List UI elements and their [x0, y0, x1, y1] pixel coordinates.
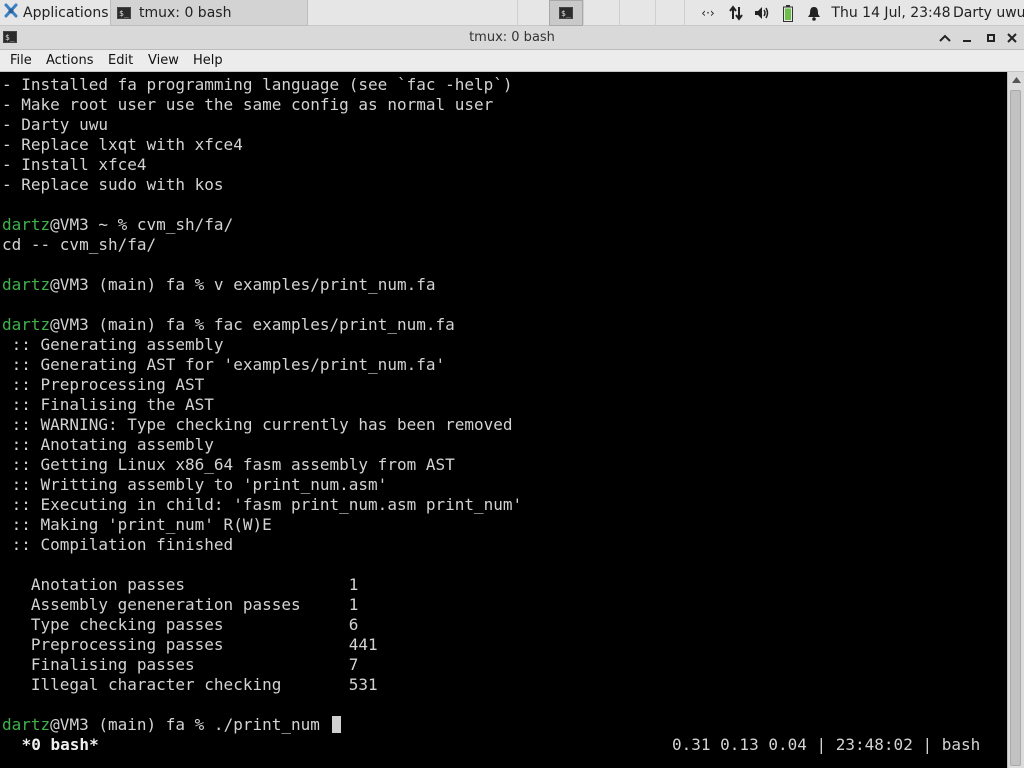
terminal-line: - Installed fa programming language (see… — [2, 75, 513, 94]
maximize-button[interactable] — [982, 29, 1000, 47]
terminal-line: :: Generating assembly — [2, 335, 224, 354]
terminal-line: - Replace lxqt with xfce4 — [2, 135, 243, 154]
taskbar-window-label: tmux: 0 bash — [139, 4, 232, 21]
prompt-user: dartz — [2, 315, 51, 334]
terminal-line: Assembly geneneration passes 1 — [2, 595, 359, 614]
terminal-line-text: @VM3 (main) fa % ./print_num — [50, 715, 330, 734]
terminal-line: :: Getting Linux x86_64 fasm assembly fr… — [2, 455, 455, 474]
prompt-user: dartz — [2, 275, 51, 294]
menu-actions[interactable]: Actions — [46, 50, 94, 72]
terminal-icon: $_ — [117, 6, 131, 19]
terminal-line: :: Anotating assembly — [2, 435, 214, 454]
menu-bar: File Actions Edit View Help — [0, 50, 1024, 72]
up-down-arrows-icon[interactable] — [725, 0, 747, 26]
terminal-line: - Darty uwu — [2, 115, 108, 134]
terminal-line-text: @VM3 (main) fa % v examples/print_num.fa — [50, 275, 436, 294]
terminal-icon: $_ — [559, 7, 573, 19]
user-menu[interactable]: Darty uwu — [953, 0, 1024, 26]
terminal-line-text: @VM3 ~ % cvm_sh/fa/ — [50, 215, 234, 234]
tmux-window-list[interactable]: *0 bash* — [12, 735, 99, 755]
battery-icon[interactable] — [779, 0, 797, 26]
minimize-button[interactable] — [958, 29, 976, 47]
window-title: tmux: 0 bash — [469, 30, 555, 45]
workspace-separator — [517, 0, 549, 26]
terminal-line: :: Executing in child: 'fasm print_num.a… — [2, 495, 523, 514]
terminal-line: cd -- cvm_sh/fa/ — [2, 235, 157, 254]
network-icon[interactable]: ‹·› — [697, 0, 719, 26]
terminal-line: :: Compilation finished — [2, 535, 234, 554]
scroll-up-icon[interactable] — [1008, 72, 1024, 88]
terminal-line: Preprocessing passes 441 — [2, 635, 378, 654]
terminal-line: Illegal character checking 531 — [2, 675, 378, 694]
scrollbar-thumb[interactable] — [1010, 90, 1021, 766]
terminal-line-text: @VM3 (main) fa % fac examples/print_num.… — [50, 315, 455, 334]
menu-help[interactable]: Help — [193, 50, 223, 72]
workspace-3-button[interactable] — [619, 0, 655, 26]
terminal-line: - Make root user use the same config as … — [2, 95, 494, 114]
terminal-line: Finalising passes 7 — [2, 655, 359, 674]
terminal-line: dartz@VM3 (main) fa % ./print_num — [2, 715, 341, 735]
window-titlebar[interactable]: $_ tmux: 0 bash — [0, 26, 1024, 50]
terminal-line: Anotation passes 1 — [2, 575, 359, 594]
close-icon[interactable] — [1003, 29, 1021, 47]
terminal-line: :: WARNING: Type checking currently has … — [2, 415, 513, 434]
xfce-mouse-icon — [3, 3, 19, 23]
applications-menu-button[interactable]: Applications — [0, 0, 109, 26]
scrollbar[interactable] — [1007, 72, 1024, 768]
terminal-line: :: Finalising the AST — [2, 395, 214, 414]
menu-file[interactable]: File — [10, 50, 32, 72]
text-cursor — [331, 716, 341, 733]
terminal-line: :: Making 'print_num' R(W)E — [2, 515, 272, 534]
clock[interactable]: Thu 14 Jul, 23:48 — [831, 0, 950, 26]
applications-label: Applications — [23, 5, 109, 21]
terminal-line: dartz@VM3 ~ % cvm_sh/fa/ — [2, 215, 233, 235]
terminal-line: :: Generating AST for 'examples/print_nu… — [2, 355, 446, 374]
prompt-user: dartz — [2, 215, 51, 234]
terminal-line: :: Preprocessing AST — [2, 375, 205, 394]
shade-window-button[interactable] — [936, 29, 954, 47]
taskbar-window-button[interactable]: $_ tmux: 0 bash — [110, 0, 308, 26]
menu-view[interactable]: View — [148, 50, 179, 72]
menu-edit[interactable]: Edit — [108, 50, 133, 72]
top-panel: Applications $_ tmux: 0 bash $_ ‹·› Thu … — [0, 0, 1024, 26]
terminal-line: :: Writting assembly to 'print_num.asm' — [2, 475, 388, 494]
terminal-area[interactable]: - Installed fa programming language (see… — [0, 72, 1007, 768]
prompt-user: dartz — [2, 715, 51, 734]
terminal-line: dartz@VM3 (main) fa % v examples/print_n… — [2, 275, 435, 295]
terminal-line: dartz@VM3 (main) fa % fac examples/print… — [2, 315, 455, 335]
terminal-line: Type checking passes 6 — [2, 615, 359, 634]
speaker-icon[interactable] — [751, 0, 773, 26]
terminal-line: - Install xfce4 — [2, 155, 147, 174]
bell-icon[interactable] — [805, 0, 823, 26]
tmux-status-right: 0.31 0.13 0.04 | 23:48:02 | bash — [672, 735, 981, 754]
terminal-line: - Replace sudo with kos — [2, 175, 224, 194]
workspace-2-button[interactable] — [583, 0, 619, 26]
workspace-1-button[interactable]: $_ — [549, 0, 583, 26]
workspace-4-button[interactable] — [655, 0, 685, 26]
